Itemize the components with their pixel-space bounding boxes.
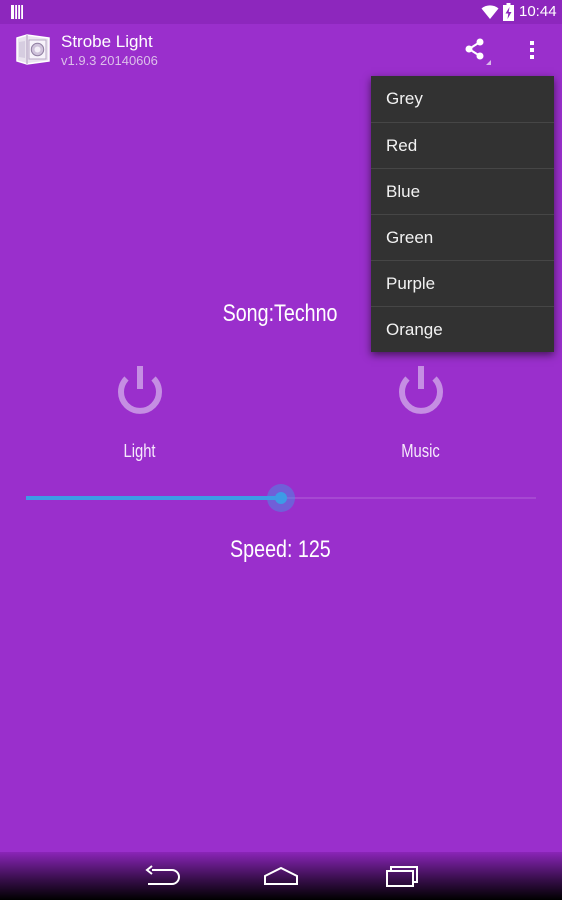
status-bar: 10:44 — [0, 0, 562, 24]
app-screen: 10:44 Strobe Light v1.9.3 20140606 Song:… — [0, 0, 562, 900]
music-power-icon[interactable] — [395, 363, 447, 419]
speed-label: Speed: 125 — [180, 534, 380, 566]
speed-slider[interactable] — [26, 484, 536, 512]
speed-text: Speed: 125 — [229, 536, 331, 563]
song-label: Song:Techno — [180, 298, 380, 330]
light-label-text: Light — [123, 441, 157, 461]
share-icon[interactable] — [458, 34, 494, 70]
status-time: 10:44 — [519, 3, 557, 20]
light-label: Light — [100, 439, 180, 463]
navigation-bar — [0, 852, 562, 900]
wifi-icon — [481, 5, 499, 19]
app-version: v1.9.3 20140606 — [61, 53, 158, 68]
overflow-menu-icon[interactable] — [516, 34, 548, 70]
menu-item-grey[interactable]: Grey — [371, 76, 554, 122]
menu-item-red[interactable]: Red — [371, 122, 554, 168]
action-bar: Strobe Light v1.9.3 20140606 — [0, 24, 562, 76]
music-label-text: Music — [401, 441, 441, 461]
menu-item-green[interactable]: Green — [371, 214, 554, 260]
app-title: Strobe Light — [61, 32, 153, 51]
slider-progress — [26, 496, 281, 500]
menu-item-blue[interactable]: Blue — [371, 168, 554, 214]
slider-thumb[interactable] — [275, 492, 287, 504]
song-text: Song:Techno — [222, 300, 338, 327]
menu-item-orange[interactable]: Orange — [371, 306, 554, 352]
color-menu: Grey Red Blue Green Purple Orange — [371, 76, 554, 352]
menu-item-purple[interactable]: Purple — [371, 260, 554, 306]
recents-icon[interactable] — [382, 863, 420, 889]
music-label: Music — [381, 439, 461, 463]
battery-charging-icon — [503, 3, 514, 21]
back-icon[interactable] — [142, 864, 180, 888]
light-power-icon[interactable] — [114, 363, 166, 419]
home-icon[interactable] — [262, 864, 300, 888]
notification-icon — [11, 5, 23, 19]
app-icon[interactable] — [14, 32, 52, 66]
